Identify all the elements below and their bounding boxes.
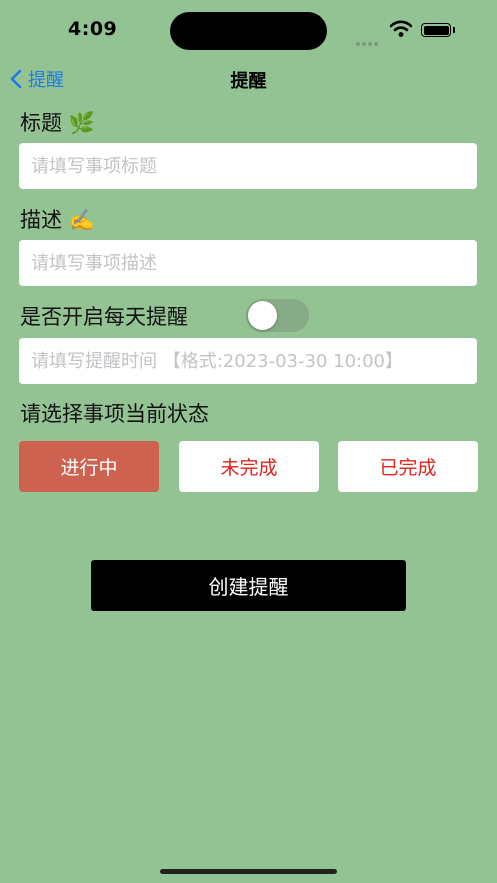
description-input[interactable] bbox=[29, 251, 467, 275]
status-incomplete-button[interactable]: 未完成 bbox=[179, 441, 319, 492]
dynamic-island bbox=[170, 12, 327, 50]
battery-icon bbox=[421, 23, 451, 37]
status-completed-button[interactable]: 已完成 bbox=[338, 441, 478, 492]
home-indicator bbox=[160, 869, 337, 874]
battery-tip bbox=[453, 27, 455, 33]
wifi-icon bbox=[390, 20, 412, 37]
page-title: 提醒 bbox=[230, 71, 267, 92]
daily-reminder-toggle[interactable] bbox=[246, 299, 309, 332]
title-input[interactable] bbox=[29, 154, 467, 178]
status-time: 4:09 bbox=[68, 18, 118, 40]
description-label: 描述 ✍️ bbox=[20, 208, 95, 232]
cellular-signal-icon bbox=[356, 31, 380, 50]
title-label: 标题 🌿 bbox=[20, 111, 95, 135]
reminder-time-input[interactable] bbox=[29, 349, 467, 373]
status-in-progress-button[interactable]: 进行中 bbox=[19, 441, 159, 492]
create-reminder-button[interactable]: 创建提醒 bbox=[91, 560, 406, 611]
reminder-time-field[interactable] bbox=[19, 338, 477, 384]
status-label: 请选择事项当前状态 bbox=[20, 402, 209, 426]
title-field[interactable] bbox=[19, 143, 477, 189]
description-field[interactable] bbox=[19, 240, 477, 286]
daily-reminder-label: 是否开启每天提醒 bbox=[20, 305, 188, 329]
toggle-knob bbox=[248, 301, 277, 330]
